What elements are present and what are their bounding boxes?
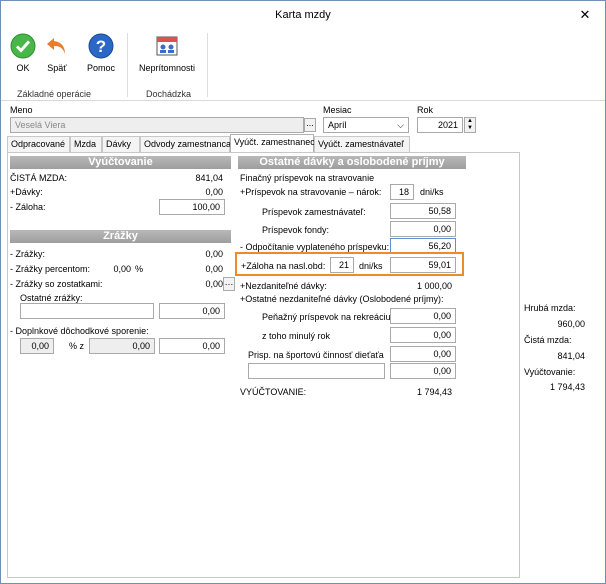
benefits-value: 0,00 (205, 187, 223, 197)
extra-benefit-field[interactable]: 0,00 (390, 363, 456, 379)
employer-contribution-label: Príspevok zamestnávateľ: (262, 207, 366, 217)
absence-label: Neprítomnosti (138, 63, 196, 73)
deductions-balance-value: 0,00 (205, 279, 223, 289)
absence-button[interactable]: Neprítomnosti (135, 33, 199, 73)
tab-davky[interactable]: Dávky (102, 136, 140, 152)
recreation-label: Peňažný príspevok na rekreáciu (262, 312, 391, 322)
net-pay-label: ČISTÁ MZDA: (10, 173, 68, 183)
group-label-attendance: Dochádzka (146, 89, 192, 99)
benefits-label: +Dávky: (10, 187, 43, 197)
next-period-advance-unit: dni/ks (359, 261, 383, 271)
meal-entitlement-count[interactable]: 18 (390, 184, 414, 200)
help-button[interactable]: ? Pomoc (83, 33, 119, 73)
gross-pay-label: Hrubá mzda: (524, 303, 576, 313)
tab-odpracovane[interactable]: Odpracované (7, 136, 70, 152)
pension-base-field[interactable]: 0,00 (89, 338, 155, 354)
employer-contribution-field[interactable]: 50,58 (390, 203, 456, 219)
window-title: Karta mzdy (275, 9, 331, 21)
summary-net-value: 841,04 (557, 351, 585, 361)
advance-label: - Záloha: (10, 202, 46, 212)
pension-rate-field[interactable]: 0,00 (20, 338, 54, 354)
month-label: Mesiac (323, 105, 352, 115)
calendar-people-icon (156, 36, 178, 56)
recreation-field[interactable]: 0,00 (390, 308, 456, 324)
name-label: Meno (10, 105, 33, 115)
ok-label: OK (16, 63, 30, 73)
gross-pay-value: 960,00 (557, 319, 585, 329)
last-year-field[interactable]: 0,00 (390, 327, 456, 343)
deductions-balance-button[interactable]: … (223, 277, 235, 291)
svg-text:?: ? (96, 37, 106, 56)
payroll-card-window: Karta mzdy ✕ OK Späť ? Pomoc Neprítomnos… (0, 0, 606, 584)
year-label: Rok (417, 105, 434, 115)
meal-entitlement-unit: dni/ks (420, 187, 444, 197)
next-period-advance-label: +Záloha na nasl.obd: (241, 261, 326, 271)
other-deductions-field[interactable]: 0,00 (159, 303, 225, 319)
summary-settlement-value: 1 794,43 (549, 382, 585, 392)
help-label: Pomoc (86, 63, 115, 73)
pension-savings-label: - Doplnkové dôchodkové sporenie: (10, 326, 149, 336)
paid-deduction-label: - Odpočítanie vyplateného príspevku: (240, 242, 390, 252)
settlement-label: VYÚČTOVANIE: (240, 387, 307, 397)
child-sport-label: Prisp. na športovú činnosť dieťaťa (248, 350, 384, 360)
next-period-advance-count[interactable]: 21 (330, 257, 354, 273)
ok-button[interactable]: OK (9, 33, 37, 73)
undo-arrow-icon (47, 38, 65, 54)
year-spinner[interactable]: ▲ ▼ (464, 117, 476, 133)
spin-down-icon[interactable]: ▼ (465, 125, 475, 132)
last-year-label: z toho minulý rok (262, 331, 331, 341)
settlement-value: 1 794,43 (416, 387, 452, 397)
tab-vyuct-zamestnavatel[interactable]: Vyúčt. zamestnávateľ (314, 136, 410, 152)
deductions-percent-rate: 0,00 (113, 264, 131, 274)
back-label: Späť (47, 63, 67, 73)
spin-up-icon[interactable]: ▲ (465, 118, 475, 125)
deductions-balance-label: - Zrážky so zostatkami: (10, 279, 103, 289)
fund-contribution-label: Príspevok fondy: (262, 225, 330, 235)
name-lookup-button[interactable]: ... (304, 118, 316, 132)
percent-sign: % (135, 264, 144, 274)
back-button[interactable]: Späť (43, 33, 71, 73)
chevron-down-icon: ⌵ (397, 120, 404, 130)
child-sport-field[interactable]: 0,00 (390, 346, 456, 362)
tab-mzda[interactable]: Mzda (70, 136, 102, 152)
net-pay-value: 841,04 (195, 173, 223, 183)
month-value: Apríl (328, 120, 347, 130)
close-icon[interactable]: ✕ (575, 1, 595, 29)
next-period-advance-field[interactable]: 59,01 (390, 257, 456, 273)
ribbon-separator (207, 33, 208, 97)
other-deductions-label: Ostatné zrážky: (20, 293, 83, 303)
deductions-percent-label: - Zrážky percentom: (10, 264, 91, 274)
title-bar: Karta mzdy ✕ (1, 1, 605, 29)
pension-of-label: % z (69, 341, 85, 351)
summary-net-label: Čistá mzda: (524, 335, 572, 345)
section-zrazky: Zrážky (10, 230, 231, 243)
other-deductions-text[interactable] (20, 303, 154, 319)
summary-settlement-label: Vyúčtovanie: (524, 367, 576, 377)
section-other-benefits: Ostatné dávky a oslobodené príjmy (238, 156, 466, 169)
year-field[interactable]: 2021 (417, 117, 463, 133)
name-field[interactable]: Veselá Viera (10, 117, 304, 133)
deductions-label: - Zrážky: (10, 249, 45, 259)
deductions-value: 0,00 (205, 249, 223, 259)
tab-odvody-zamestnanca[interactable]: Odvody zamestnanca (140, 136, 231, 152)
tab-vyuct-zamestnanec[interactable]: Vyúčt. zamestnanec (230, 134, 315, 152)
other-non-taxable-label: +Ostatné nezdaniteľné dávky (Oslobodené … (240, 294, 444, 304)
extra-benefit-text[interactable] (248, 363, 385, 379)
group-label-basic: Základné operácie (17, 89, 92, 99)
month-select[interactable]: Apríl ⌵ (323, 117, 409, 133)
non-taxable-value: 1 000,00 (416, 281, 452, 291)
check-circle-icon (10, 33, 36, 59)
fund-contribution-field[interactable]: 0,00 (390, 221, 456, 237)
question-icon: ? (88, 33, 114, 59)
pension-amount-field[interactable]: 0,00 (159, 338, 225, 354)
non-taxable-label: +Nezdaniteľné dávky: (240, 281, 327, 291)
meal-entitlement-label: +Príspevok na stravovanie – nárok: (240, 187, 382, 197)
deductions-percent-value: 0,00 (205, 264, 223, 274)
meal-allowance-heading: Finačný príspevok na stravovanie (240, 173, 375, 183)
ribbon-separator (127, 33, 128, 97)
ribbon: OK Späť ? Pomoc Neprítomnosti Základné o… (1, 29, 605, 101)
section-vyuctovanie: Vyúčtovanie (10, 156, 231, 169)
advance-field[interactable]: 100,00 (159, 199, 225, 215)
